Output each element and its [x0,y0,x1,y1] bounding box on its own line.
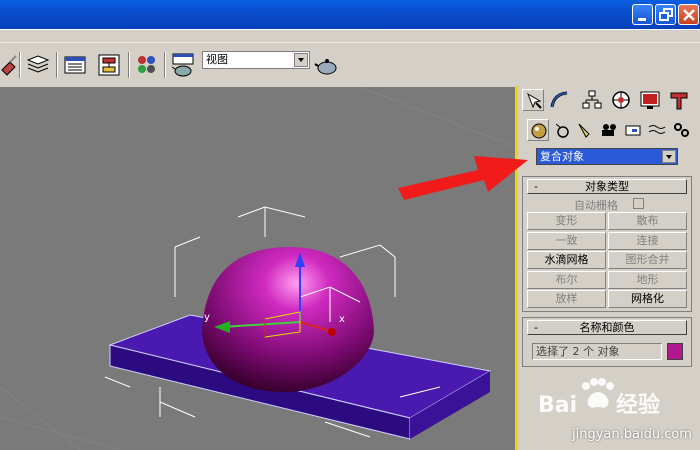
object-color-swatch[interactable] [667,343,683,360]
autogrid-checkbox[interactable] [633,198,644,209]
material-editor-icon[interactable] [134,52,160,78]
svg-text:经验: 经验 [616,392,660,418]
geometry-category-icon[interactable] [527,119,549,141]
track-view-icon[interactable] [62,52,88,78]
cameras-category-icon[interactable] [598,119,620,141]
watermark-url: jingyan.baidu.com [572,427,692,442]
boolean-button[interactable]: 布尔 [527,271,606,289]
loft-button[interactable]: 放样 [527,290,606,308]
name-color-rollout-header[interactable]: - 名称和颜色 [527,320,687,335]
autogrid-label: 自动栅格 [574,199,618,212]
connect-button[interactable]: 连接 [608,232,687,250]
close-button[interactable] [678,4,699,25]
title-bar [0,0,700,29]
mesher-button[interactable]: 网格化 [608,290,687,308]
eraser-icon[interactable] [0,52,26,78]
schematic-view-icon[interactable] [96,52,122,78]
chevron-down-icon[interactable] [294,53,308,67]
object-category-dropdown[interactable]: 复合对象 [536,148,678,165]
space-warps-category-icon[interactable] [646,119,668,141]
morph-button[interactable]: 变形 [527,212,606,230]
create-tab-icon[interactable] [522,89,544,111]
restore-button[interactable] [655,4,676,25]
sphere-object [202,247,374,392]
object-type-title: 对象类型 [585,180,629,193]
svg-text:Bai: Bai [538,393,577,418]
name-color-title: 名称和颜色 [579,321,635,334]
hierarchy-tab-icon[interactable] [581,89,603,111]
axis-y-label: y [204,312,210,323]
conform-button[interactable]: 一致 [527,232,606,250]
utilities-tab-icon[interactable] [668,89,690,111]
lights-category-icon[interactable] [574,119,596,141]
object-name-field[interactable]: 选择了 2 个 对象 [532,343,662,360]
shapes-category-icon[interactable] [551,119,573,141]
minimize-button[interactable] [632,4,653,25]
layers-icon[interactable] [25,52,51,78]
display-tab-icon[interactable] [639,89,661,111]
scatter-button[interactable]: 散布 [608,212,687,230]
blobmesh-button[interactable]: 水滴网格 [527,251,606,269]
collapse-icon: - [534,321,538,334]
main-toolbar [0,29,700,86]
axis-x-label: x [339,314,345,325]
quick-render-icon[interactable] [314,52,340,78]
chevron-down-icon[interactable] [662,150,676,163]
shapemerge-button[interactable]: 图形合并 [608,251,687,269]
systems-category-icon[interactable] [670,119,692,141]
render-viewport-value: 视图 [206,53,228,66]
annotation-arrow [398,156,528,200]
terrain-button[interactable]: 地形 [608,271,687,289]
object-category-value: 复合对象 [540,150,584,163]
motion-tab-icon[interactable] [610,89,632,111]
render-scene-icon[interactable] [170,52,196,78]
modify-tab-icon[interactable] [548,89,570,111]
render-viewport-dropdown[interactable]: 视图 [202,51,310,69]
object-type-rollout-header[interactable]: - 对象类型 [527,179,687,194]
helpers-category-icon[interactable] [622,119,644,141]
